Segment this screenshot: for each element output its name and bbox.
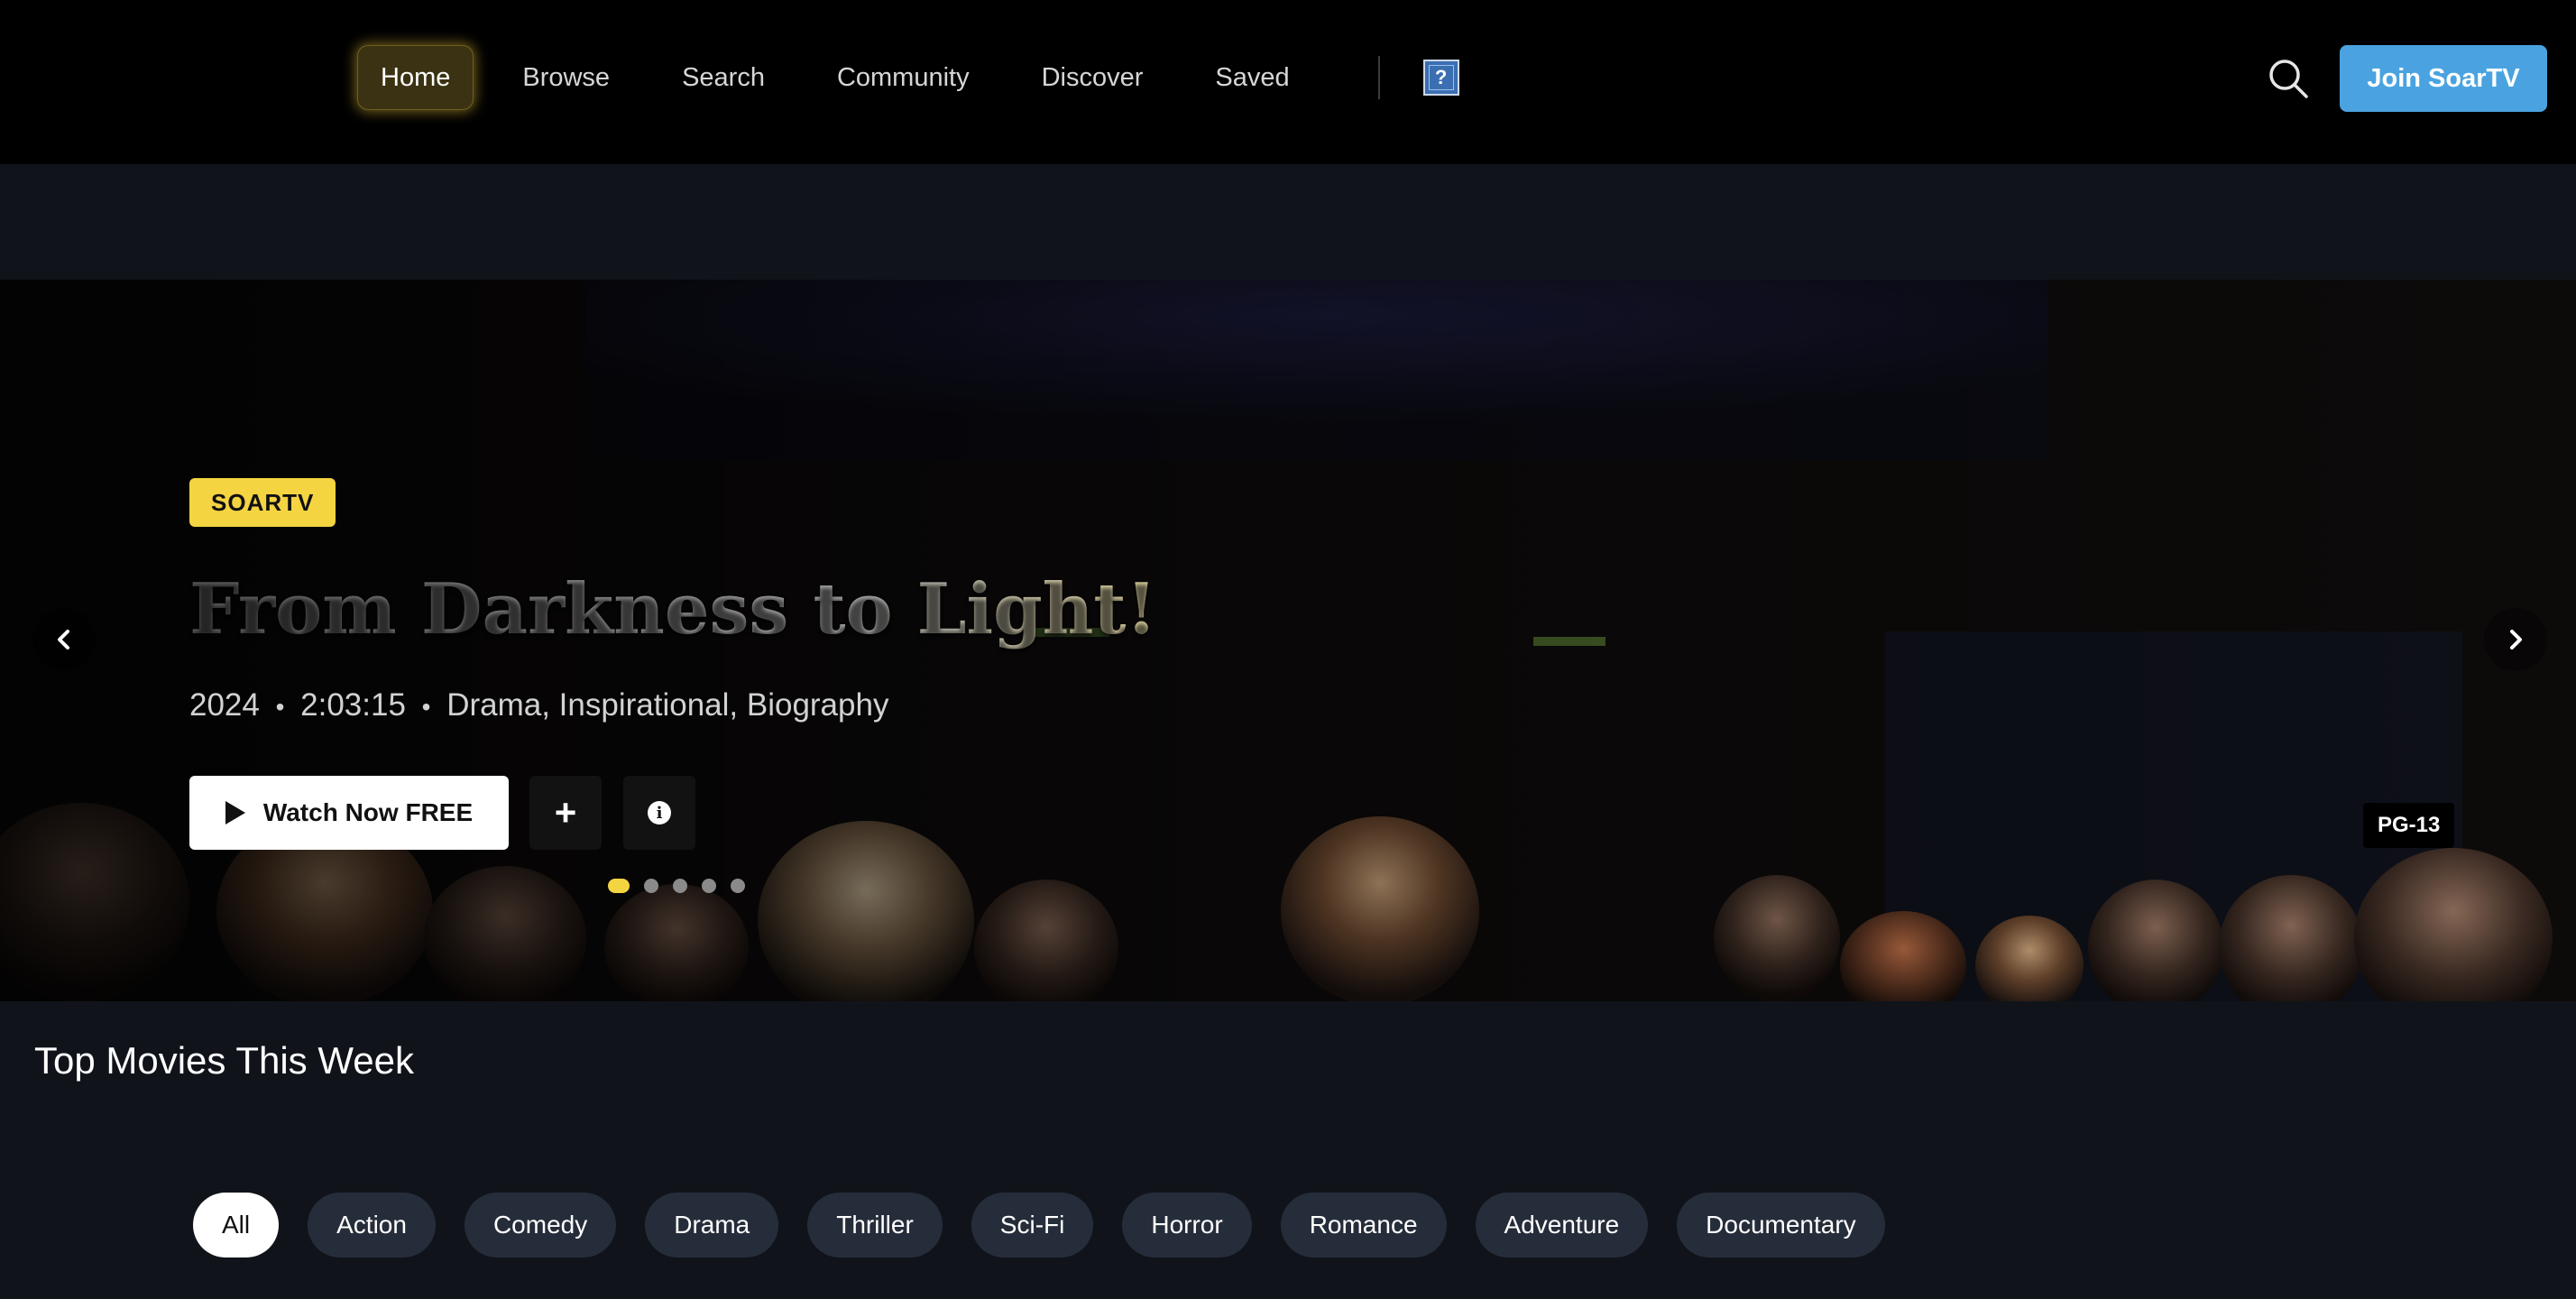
carousel-prev-button[interactable] [32,608,96,671]
filter-chip-romance[interactable]: Romance [1280,1193,1447,1258]
chevron-left-icon [58,630,69,650]
watch-now-label: Watch Now FREE [262,798,474,826]
nav-item-saved[interactable]: Saved [1191,45,1312,110]
filter-chip-sci-fi[interactable]: Sci-Fi [971,1193,1094,1258]
meta-separator: • [275,692,285,721]
carousel-dot[interactable] [731,879,745,893]
help-icon[interactable]: ? [1422,60,1459,96]
filter-chip-comedy[interactable]: Comedy [464,1193,617,1258]
help-icon-glyph: ? [1434,66,1448,88]
carousel-indicators [608,879,759,893]
more-info-button[interactable]: i [623,776,695,850]
hero-banner[interactable]: SOARTV From Darkness to Light! 2024 • 2:… [0,280,2576,1001]
chevron-right-icon [2510,630,2522,650]
hero-title: From Darkness to Light! [189,568,1157,650]
hero-year: 2024 [189,687,260,723]
filter-chip-drama[interactable]: Drama [645,1193,779,1258]
genre-filter-bar: All Action Comedy Drama Thriller Sci-Fi … [193,1193,1914,1258]
play-icon [225,801,245,825]
carousel-dot[interactable] [673,879,687,893]
main-nav: Home Browse Search Community Discover Sa… [357,45,1459,110]
nav-item-search[interactable]: Search [658,45,788,110]
filter-chip-thriller[interactable]: Thriller [807,1193,943,1258]
hero-duration: 2:03:15 [300,687,406,723]
nav-item-home[interactable]: Home [357,45,474,110]
section-title: Top Movies This Week [34,1039,414,1082]
filter-chip-adventure[interactable]: Adventure [1475,1193,1649,1258]
carousel-dot[interactable] [608,879,630,893]
filter-chip-documentary[interactable]: Documentary [1677,1193,1885,1258]
info-icon: i [648,801,671,825]
brand-badge: SOARTV [189,478,336,527]
join-button[interactable]: Join SoarTV [2340,45,2547,112]
watch-now-button[interactable]: Watch Now FREE [189,776,509,850]
plus-icon: + [554,791,577,834]
carousel-next-button[interactable] [2484,608,2547,671]
hero-genres: Drama, Inspirational, Biography [446,687,889,723]
meta-separator: • [421,692,431,721]
filter-chip-all[interactable]: All [193,1193,280,1258]
top-header: Home Browse Search Community Discover Sa… [0,0,2576,164]
rating-badge: PG-13 [2363,803,2455,848]
hero-meta: 2024 • 2:03:15 • Drama, Inspirational, B… [189,687,888,723]
carousel-dot[interactable] [702,879,716,893]
add-to-list-button[interactable]: + [529,776,602,850]
nav-item-discover[interactable]: Discover [1018,45,1167,110]
filter-chip-action[interactable]: Action [308,1193,436,1258]
nav-item-browse[interactable]: Browse [499,45,633,110]
nav-item-community[interactable]: Community [814,45,993,110]
carousel-dot[interactable] [644,879,658,893]
filter-chip-horror[interactable]: Horror [1122,1193,1252,1258]
search-icon[interactable] [2268,58,2309,99]
nav-divider [1377,56,1380,99]
